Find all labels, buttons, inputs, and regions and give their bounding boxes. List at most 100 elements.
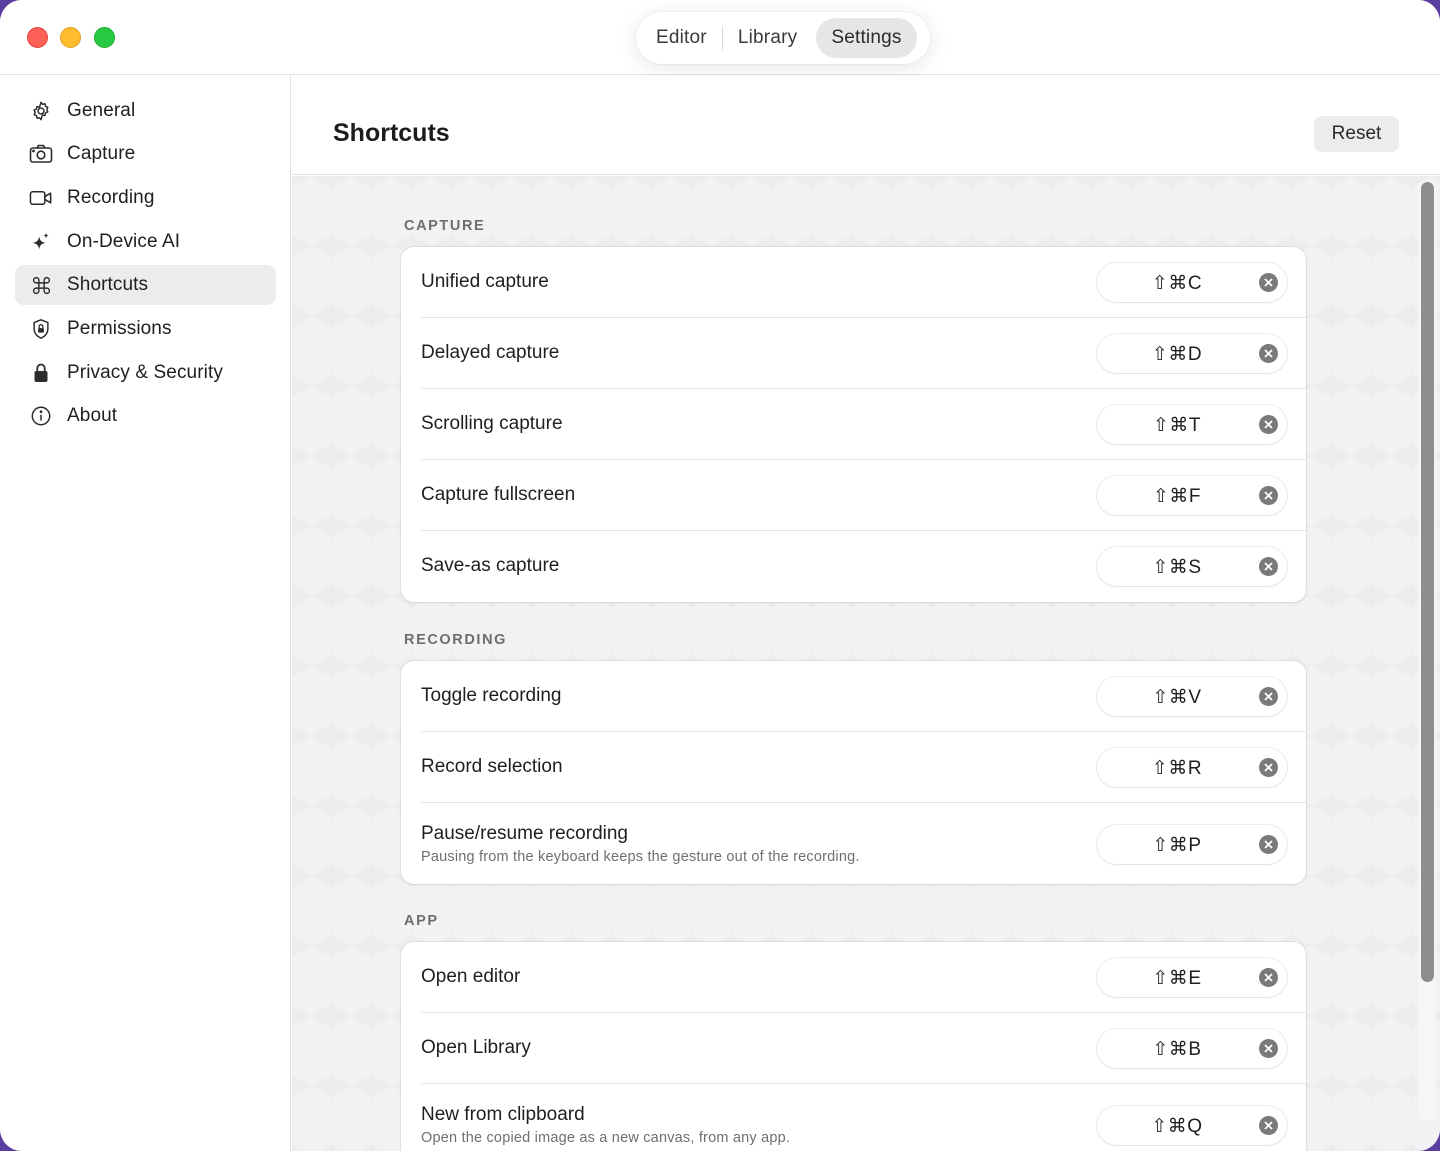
shortcuts-content[interactable]: CAPTURE Unified capture ⇧⌘C Delayed capt… [292,176,1440,1151]
clear-shortcut-icon[interactable] [1259,273,1278,292]
shortcut-recorder[interactable]: ⇧⌘P [1097,825,1287,864]
sparkles-icon [29,231,53,253]
sidebar-item-label: Recording [67,187,155,208]
sidebar-item-capture[interactable]: Capture [15,134,276,174]
sidebar-item-label: Permissions [67,318,172,339]
view-switcher: Editor Library Settings [636,12,930,64]
scrollbar-thumb[interactable] [1421,182,1434,982]
page-title: Shortcuts [333,119,450,147]
shortcut-row: Pause/resume recording Pausing from the … [401,803,1306,884]
sidebar-item-general[interactable]: General [15,91,276,131]
sidebar-item-label: On-Device AI [67,231,181,252]
shortcut-keys: ⇧⌘F [1152,486,1202,507]
shortcut-row: Save-as capture ⇧⌘S [401,531,1306,602]
shortcut-description: Pausing from the keyboard keeps the gest… [421,849,860,865]
shield-lock-icon [29,318,53,340]
clear-shortcut-icon[interactable] [1259,1039,1278,1058]
shortcut-recorder[interactable]: ⇧⌘V [1097,677,1287,716]
video-camera-icon [29,187,53,209]
shortcut-recorder[interactable]: ⇧⌘E [1097,958,1287,997]
shortcut-label: Scrolling capture [421,413,563,434]
shortcut-keys: ⇧⌘S [1152,557,1202,578]
info-icon [29,405,53,427]
shortcut-keys: ⇧⌘E [1152,968,1202,989]
clear-shortcut-icon[interactable] [1259,968,1278,987]
lock-icon [29,362,53,384]
close-window-button[interactable] [27,27,48,48]
shortcut-keys: ⇧⌘T [1152,415,1202,436]
reset-button[interactable]: Reset [1314,116,1399,152]
sidebar-item-label: About [67,405,118,426]
shortcut-row: Capture fullscreen ⇧⌘F [401,460,1306,531]
shortcut-recorder[interactable]: ⇧⌘S [1097,547,1287,586]
minimize-window-button[interactable] [60,27,81,48]
settings-window: Editor Library Settings General Capture … [0,0,1440,1151]
shortcut-recorder[interactable]: ⇧⌘T [1097,405,1287,444]
clear-shortcut-icon[interactable] [1259,835,1278,854]
shortcut-row: Record selection ⇧⌘R [401,732,1306,803]
zoom-window-button[interactable] [94,27,115,48]
tab-library[interactable]: Library [723,18,812,58]
clear-shortcut-icon[interactable] [1259,557,1278,576]
sidebar-item-privacy-security[interactable]: Privacy & Security [15,353,276,393]
sidebar-item-label: General [67,100,136,121]
shortcut-row: New from clipboard Open the copied image… [401,1084,1306,1151]
shortcut-description: Open the copied image as a new canvas, f… [421,1130,791,1146]
shortcut-label: Delayed capture [421,342,560,363]
recording-shortcuts-card: Toggle recording ⇧⌘V Record selection ⇧⌘… [401,661,1306,884]
shortcut-recorder[interactable]: ⇧⌘Q [1097,1106,1287,1145]
title-bar: Editor Library Settings [0,0,1440,75]
shortcut-recorder[interactable]: ⇧⌘C [1097,263,1287,302]
tab-editor[interactable]: Editor [641,18,722,58]
shortcut-keys: ⇧⌘V [1152,687,1202,708]
section-title-capture: CAPTURE [404,218,486,234]
shortcut-recorder[interactable]: ⇧⌘F [1097,476,1287,515]
shortcut-label: Pause/resume recording [421,823,628,844]
sidebar-item-shortcuts[interactable]: Shortcuts [15,265,276,305]
sidebar-item-label: Privacy & Security [67,362,223,383]
clear-shortcut-icon[interactable] [1259,687,1278,706]
clear-shortcut-icon[interactable] [1259,344,1278,363]
shortcut-keys: ⇧⌘Q [1151,1116,1203,1137]
shortcut-row: Unified capture ⇧⌘C [401,247,1306,318]
shortcut-recorder[interactable]: ⇧⌘R [1097,748,1287,787]
shortcut-label: Unified capture [421,271,549,292]
sidebar-item-permissions[interactable]: Permissions [15,309,276,349]
shortcut-row: Open Library ⇧⌘B [401,1013,1306,1084]
shortcut-label: Open editor [421,966,521,987]
sidebar-item-recording[interactable]: Recording [15,178,276,218]
shortcut-keys: ⇧⌘D [1151,344,1203,365]
clear-shortcut-icon[interactable] [1259,1116,1278,1135]
shortcut-row: Delayed capture ⇧⌘D [401,318,1306,389]
section-title-app: APP [404,913,439,929]
camera-icon [29,143,53,165]
shortcut-recorder[interactable]: ⇧⌘B [1097,1029,1287,1068]
shortcut-label: New from clipboard [421,1104,585,1125]
sidebar-item-label: Capture [67,143,136,164]
shortcut-keys: ⇧⌘P [1152,835,1202,856]
tab-settings[interactable]: Settings [816,18,917,58]
clear-shortcut-icon[interactable] [1259,758,1278,777]
sidebar: General Capture Recording On-Device AI S… [0,75,291,1151]
sidebar-item-about[interactable]: About [15,396,276,436]
section-title-recording: RECORDING [404,632,508,648]
shortcut-label: Capture fullscreen [421,484,576,505]
capture-shortcuts-card: Unified capture ⇧⌘C Delayed capture ⇧⌘D … [401,247,1306,602]
shortcut-keys: ⇧⌘B [1152,1039,1202,1060]
shortcut-recorder[interactable]: ⇧⌘D [1097,334,1287,373]
shortcut-label: Toggle recording [421,685,562,706]
sidebar-item-label: Shortcuts [67,274,149,295]
shortcut-row: Toggle recording ⇧⌘V [401,661,1306,732]
shortcut-keys: ⇧⌘C [1151,273,1203,294]
clear-shortcut-icon[interactable] [1259,486,1278,505]
shortcut-row: Open editor ⇧⌘E [401,942,1306,1013]
sidebar-item-on-device-ai[interactable]: On-Device AI [15,222,276,262]
page-header: Shortcuts Reset [292,76,1440,175]
shortcut-keys: ⇧⌘R [1151,758,1203,779]
shortcut-label: Save-as capture [421,555,560,576]
app-shortcuts-card: Open editor ⇧⌘E Open Library ⇧⌘B New fro… [401,942,1306,1151]
shortcut-label: Record selection [421,756,563,777]
gear-icon [29,100,53,122]
clear-shortcut-icon[interactable] [1259,415,1278,434]
shortcut-label: Open Library [421,1037,531,1058]
